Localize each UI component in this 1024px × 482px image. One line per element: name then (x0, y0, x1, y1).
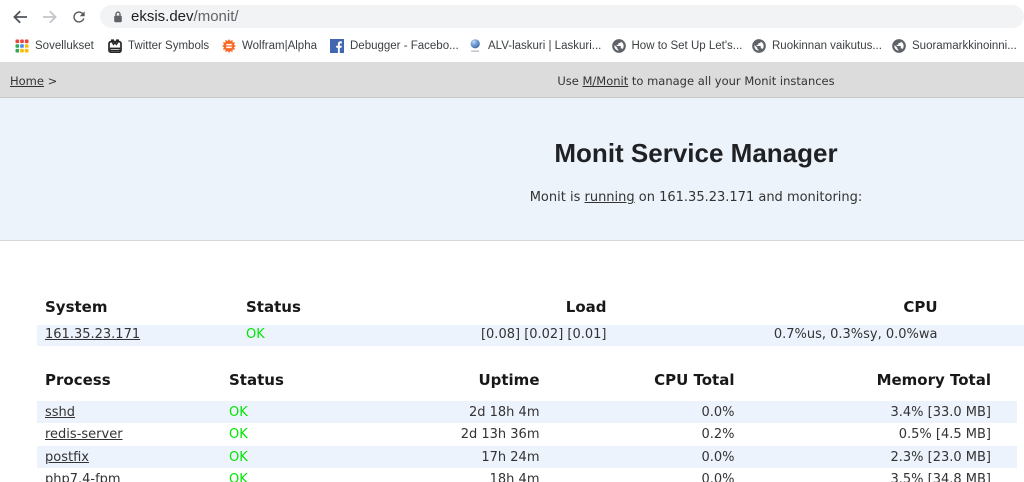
process-cpu: 0.0% (545, 400, 740, 423)
globe-favicon (752, 39, 766, 53)
process-link[interactable]: redis-server (45, 427, 123, 442)
mmonit-banner-pre: Use (557, 74, 582, 88)
col-system: System (37, 289, 238, 325)
process-cpu: 0.0% (545, 445, 740, 468)
process-row: postfix OK 17h 24m 0.0% 2.3% [23.0 MB] (37, 445, 1017, 468)
process-uptime: 18h 4m (311, 468, 545, 482)
url-domain: eksis.dev (131, 8, 194, 25)
bookmark-label: How to Set Up Let's... (632, 40, 743, 52)
globe-favicon (892, 39, 906, 53)
col-load: Load (311, 289, 612, 325)
facebook-favicon (330, 39, 344, 53)
globe-favicon (752, 39, 766, 53)
process-memory: 3.5% [34.8 MB] (740, 468, 1018, 482)
monit-page: Home > Use M/Monit to manage all your Mo… (0, 62, 1024, 482)
address-bar[interactable]: eksis.dev/monit/ (100, 5, 1024, 28)
process-status: OK (221, 423, 311, 446)
breadcrumb-bar: Home > Use M/Monit to manage all your Mo… (0, 62, 1024, 98)
globe-favicon (892, 39, 906, 53)
process-status: OK (221, 400, 311, 423)
process-row: sshd OK 2d 18h 4m 0.0% 3.4% [33.0 MB] (37, 400, 1017, 423)
process-uptime: 2d 13h 36m (311, 423, 545, 446)
col-status: Status (221, 362, 311, 401)
system-cpu: 0.7%us, 0.3%sy, 0.0%wa (612, 325, 943, 346)
url-text: eksis.dev/monit/ (131, 5, 239, 28)
page-title: Monit Service Manager (0, 98, 1024, 166)
back-arrow-icon (11, 8, 29, 26)
process-row: redis-server OK 2d 13h 36m 0.2% 0.5% [4.… (37, 423, 1017, 446)
col-cpu: CPU (612, 289, 943, 325)
alv-laskuri-favicon (468, 39, 482, 53)
process-link[interactable]: php7.4-fpm (45, 472, 121, 482)
url-path: /monit/ (194, 8, 239, 25)
monitoring-line: Monit is running on 161.35.23.171 and mo… (0, 190, 1024, 205)
reload-button[interactable] (62, 0, 96, 33)
process-table: Process Status Uptime CPU Total Memory T… (37, 362, 1017, 482)
col-status: Status (238, 289, 311, 325)
col-process: Process (37, 362, 221, 401)
bookmark-item[interactable]: How to Set Up Let's... (612, 33, 743, 59)
col-memory-total: Memory Total (740, 362, 1018, 401)
system-row: 161.35.23.171 OK [0.08] [0.02] [0.01] 0.… (37, 325, 1024, 346)
browser-toolbar: eksis.dev/monit/ (0, 0, 1024, 33)
system-host-link[interactable]: 161.35.23.171 (45, 327, 140, 342)
globe-favicon (612, 39, 626, 53)
back-button[interactable] (3, 0, 37, 33)
running-link[interactable]: running (584, 190, 634, 205)
facebook-favicon (330, 39, 344, 53)
col-cpu-total: CPU Total (545, 362, 740, 401)
col-uptime: Uptime (311, 362, 545, 401)
bookmark-label: Wolfram|Alpha (242, 40, 317, 52)
bookmark-item[interactable]: Sovellukset (15, 33, 94, 59)
process-status: OK (221, 445, 311, 468)
system-header-row: System Status Load CPU (37, 289, 1024, 325)
process-memory: 0.5% [4.5 MB] (740, 423, 1018, 446)
process-link[interactable]: postfix (45, 450, 89, 465)
bookmark-item[interactable]: Wolfram|Alpha (222, 33, 317, 59)
bookmark-item[interactable]: Ruokinnan vaikutus... (752, 33, 882, 59)
mmonit-link[interactable]: M/Monit (582, 74, 628, 88)
twitter-symbols-favicon (108, 39, 122, 53)
process-cpu: 0.2% (545, 423, 740, 446)
twitter-symbols-favicon (108, 39, 122, 53)
bookmark-label: Suoramarkkinoinni... (912, 40, 1017, 52)
process-uptime: 17h 24m (311, 445, 545, 468)
wolfram-alpha-favicon (222, 39, 236, 53)
process-memory: 3.4% [33.0 MB] (740, 400, 1018, 423)
bookmark-label: ALV-laskuri | Laskuri... (488, 40, 601, 52)
wolfram-alpha-favicon (222, 39, 236, 53)
bookmark-label: Ruokinnan vaikutus... (772, 40, 882, 52)
alv-laskuri-favicon (468, 39, 482, 53)
process-header-row: Process Status Uptime CPU Total Memory T… (37, 362, 1017, 401)
mmonit-banner: Use M/Monit to manage all your Monit ins… (0, 62, 1024, 97)
bookmark-item[interactable]: Debugger - Facebo... (330, 33, 459, 59)
lock-icon (113, 11, 123, 23)
system-status: OK (238, 325, 311, 346)
process-link[interactable]: sshd (45, 405, 75, 420)
process-status: OK (221, 468, 311, 482)
apps-grid-icon (15, 39, 29, 53)
reload-icon (71, 8, 88, 25)
system-load: [0.08] [0.02] [0.01] (311, 325, 612, 346)
system-table: System Status Load CPU 161.35.23.171 OK … (37, 289, 1024, 346)
globe-favicon (612, 39, 626, 53)
process-cpu: 0.0% (545, 468, 740, 482)
apps-grid-icon (15, 39, 29, 53)
bookmark-label: Sovellukset (35, 40, 94, 52)
bookmark-item[interactable]: ALV-laskuri | Laskuri... (468, 33, 601, 59)
process-memory: 2.3% [23.0 MB] (740, 445, 1018, 468)
bookmarks-bar: Sovellukset Twitter Symbols Wolfram|Alpha D… (0, 33, 1024, 62)
hero-header: Monit Service Manager Monit is running o… (0, 98, 1024, 241)
process-uptime: 2d 18h 4m (311, 400, 545, 423)
forward-arrow-icon (41, 8, 59, 26)
bookmark-label: Debugger - Facebo... (350, 40, 459, 52)
bookmark-label: Twitter Symbols (128, 40, 209, 52)
mmonit-banner-post: to manage all your Monit instances (628, 74, 834, 88)
bookmark-item[interactable]: Twitter Symbols (108, 33, 209, 59)
monitoring-line-pre: Monit is (530, 190, 585, 205)
bookmark-item[interactable]: Suoramarkkinoinni... (892, 33, 1017, 59)
monitoring-line-post: on 161.35.23.171 and monitoring: (635, 190, 863, 205)
process-row: php7.4-fpm OK 18h 4m 0.0% 3.5% [34.8 MB] (37, 468, 1017, 482)
